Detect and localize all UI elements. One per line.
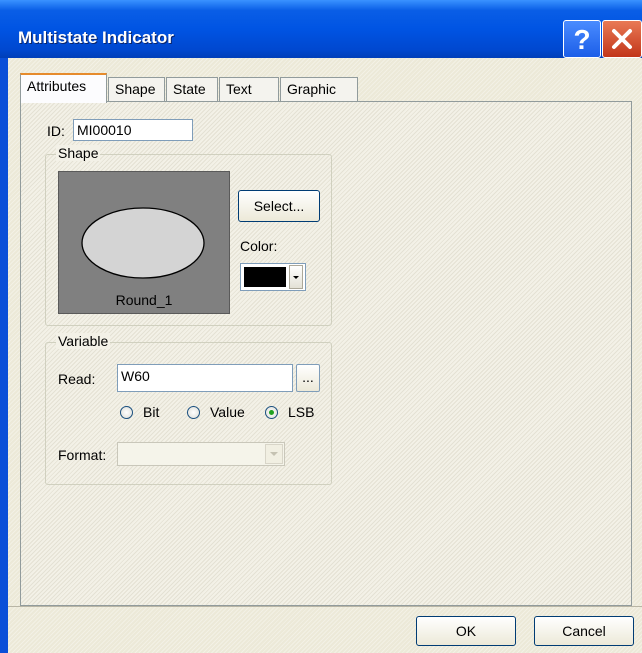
window-title: Multistate Indicator [18, 28, 174, 47]
tab-state-label: State [173, 81, 206, 97]
tab-text-label: Text [226, 81, 252, 97]
id-field[interactable]: MI00010 [73, 119, 193, 141]
close-button[interactable] [602, 20, 642, 58]
radio-value[interactable] [187, 406, 200, 419]
color-dropdown-button[interactable] [289, 265, 303, 289]
radio-bit[interactable] [120, 406, 133, 419]
footer-divider [8, 606, 642, 607]
question-mark-icon: ? [573, 25, 590, 53]
format-dropdown-button[interactable] [265, 444, 283, 464]
help-button[interactable]: ? [563, 20, 601, 58]
title-bar[interactable]: Multistate Indicator ? [0, 0, 642, 58]
browse-variable-button[interactable]: ... [296, 364, 320, 392]
tab-shape-label: Shape [115, 81, 156, 97]
shape-preview[interactable]: Round_1 [58, 171, 230, 314]
chevron-down-icon [270, 452, 278, 456]
window-frame-left [0, 58, 8, 653]
ok-button[interactable]: OK [416, 616, 516, 646]
radio-lsb[interactable] [265, 406, 278, 419]
tab-graphic[interactable]: Graphic [280, 77, 358, 101]
tab-shape[interactable]: Shape [108, 77, 165, 101]
tab-attributes[interactable]: Attributes [20, 73, 107, 103]
radio-value-label: Value [210, 404, 245, 420]
radio-bit-label: Bit [143, 404, 160, 420]
format-dropdown[interactable] [117, 442, 285, 466]
read-label: Read: [58, 371, 96, 387]
color-swatch [244, 267, 286, 287]
select-shape-button[interactable]: Select... [238, 190, 320, 222]
color-picker[interactable] [240, 263, 306, 291]
tab-graphic-label: Graphic [287, 81, 337, 97]
shape-name-label: Round_1 [115, 292, 173, 308]
cancel-button[interactable]: Cancel [534, 616, 634, 646]
tab-attributes-label: Attributes [27, 78, 87, 94]
tab-state[interactable]: State [166, 77, 218, 101]
close-x-icon [612, 29, 632, 49]
id-label: ID: [47, 123, 65, 139]
tab-text[interactable]: Text [219, 77, 279, 101]
shape-group-title: Shape [56, 145, 101, 161]
svg-text:?: ? [573, 25, 590, 53]
variable-group-title: Variable [56, 333, 111, 349]
format-label: Format: [58, 447, 107, 463]
color-label: Color: [240, 238, 278, 254]
radio-lsb-label: LSB [288, 404, 315, 420]
chevron-down-icon [293, 276, 299, 279]
read-variable-field[interactable]: W60 [117, 364, 293, 392]
